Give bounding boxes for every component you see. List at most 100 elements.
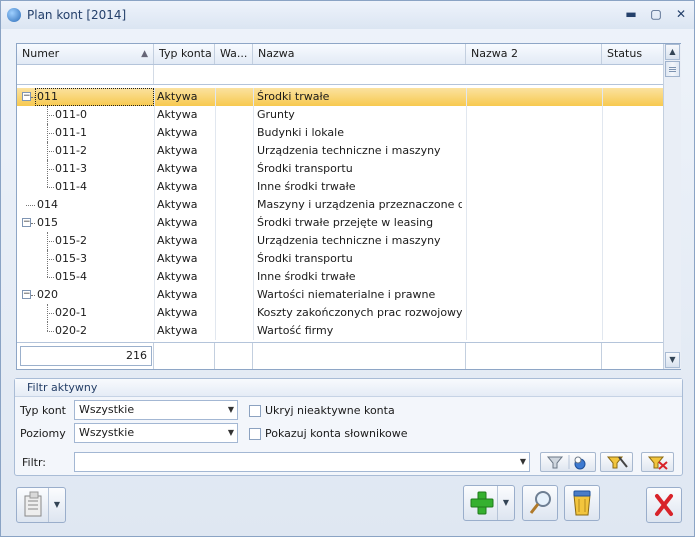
- delete-button[interactable]: [564, 485, 600, 521]
- tree-connector: [47, 322, 48, 331]
- table-row[interactable]: 011-4 Aktywa Inne środki trwałe: [17, 178, 663, 196]
- cell-nazwa: Środki trwałe przejęte w leasing: [257, 216, 434, 229]
- add-button[interactable]: ▼: [463, 485, 515, 521]
- typ-kont-combo[interactable]: Wszystkie ▼: [74, 400, 238, 420]
- table-row[interactable]: −020 Aktywa Wartości niematerialne i prawn…: [17, 286, 663, 304]
- column-separator: [602, 88, 603, 340]
- poziomy-combo[interactable]: Wszystkie ▼: [74, 423, 238, 443]
- cell-numer: 011-4: [55, 180, 87, 193]
- funnel-icon: [546, 455, 586, 470]
- cell-nazwa: Wartości niematerialne i prawne: [257, 288, 436, 301]
- table-row[interactable]: −011 Aktywa Środki trwałe: [17, 88, 663, 106]
- grid-footer: 216: [17, 342, 663, 369]
- table-row[interactable]: 020-1 Aktywa Koszty zakończonych prac rozw…: [17, 304, 663, 322]
- filter-panel-title: Filtr aktywny: [15, 379, 682, 397]
- filter-wizard-button[interactable]: [600, 452, 633, 472]
- chevron-down-icon: ▼: [227, 428, 234, 437]
- table-row[interactable]: −015 Aktywa Środki trwałe przejęte w leasi…: [17, 214, 663, 232]
- title-bar: Plan kont [2014] ▬ ▢ ✕: [1, 1, 694, 29]
- chevron-down-icon: ▼: [519, 457, 526, 466]
- close-window-button[interactable]: ✕: [671, 5, 691, 23]
- close-button[interactable]: [646, 487, 682, 523]
- minimize-button[interactable]: ▬: [621, 5, 641, 23]
- column-separator: [466, 88, 467, 340]
- cell-nazwa: Urządzenia techniczne i maszyny: [257, 144, 441, 157]
- cell-nazwa: Środki transportu: [257, 252, 353, 265]
- table-row[interactable]: 014 Aktywa Maszyny i urządzenia przeznaczo…: [17, 196, 663, 214]
- footer-cell: [602, 343, 663, 369]
- show-dictionary-checkbox[interactable]: [249, 428, 261, 440]
- column-header-status[interactable]: Status: [602, 44, 663, 64]
- cell-numer: 020-2: [55, 324, 87, 337]
- column-filter-row: [17, 65, 663, 85]
- scroll-down-button[interactable]: ▼: [665, 352, 680, 368]
- maximize-button[interactable]: ▢: [646, 5, 666, 23]
- tree-connector: [47, 331, 54, 332]
- cell-numer: 020-1: [55, 306, 87, 319]
- column-header-numer[interactable]: Numer ▲: [17, 44, 154, 64]
- table-row[interactable]: 015-2 Aktywa Urządzenia techniczne i maszy…: [17, 232, 663, 250]
- cell-nazwa: Środki trwałe: [257, 90, 330, 103]
- cell-typ-konta: Aktywa: [157, 126, 198, 139]
- cell-numer: 020: [37, 288, 58, 301]
- table-row[interactable]: 015-3 Aktywa Środki transportu: [17, 250, 663, 268]
- window-title: Plan kont [2014]: [27, 8, 127, 22]
- sort-ascending-icon: ▲: [141, 49, 148, 59]
- filter-input[interactable]: ▼: [74, 452, 530, 472]
- vertical-scrollbar[interactable]: ▲ ▼: [663, 44, 681, 369]
- table-row[interactable]: 011-0 Aktywa Grunty: [17, 106, 663, 124]
- cell-nazwa: Inne środki trwałe: [257, 180, 356, 193]
- column-header-nazwa-2[interactable]: Nazwa 2: [466, 44, 602, 64]
- close-icon: [655, 494, 673, 516]
- chevron-down-icon[interactable]: ▼: [48, 488, 65, 522]
- cell-numer: 014: [37, 198, 58, 211]
- hide-inactive-label: Ukryj nieaktywne konta: [265, 404, 395, 417]
- poziomy-label: Poziomy: [20, 427, 66, 440]
- tree-collapse-icon[interactable]: −: [22, 218, 31, 227]
- cell-typ-konta: Aktywa: [157, 162, 198, 175]
- tree-connector: [47, 133, 54, 134]
- focus-rectangle: [35, 88, 154, 106]
- tree-connector: [47, 187, 54, 188]
- cell-numer: 011-2: [55, 144, 87, 157]
- tree-connector: [47, 241, 54, 242]
- typ-kont-label: Typ kont: [20, 404, 66, 417]
- scroll-thumb[interactable]: [665, 61, 680, 77]
- apply-filter-button[interactable]: [540, 452, 596, 472]
- tree-connector: [47, 268, 48, 277]
- trash-bin-icon: [573, 490, 591, 516]
- cell-typ-konta: Aktywa: [157, 90, 198, 103]
- table-row[interactable]: 015-4 Aktywa Inne środki trwałe: [17, 268, 663, 286]
- column-separator: [253, 88, 254, 340]
- footer-cell: [154, 343, 215, 369]
- table-row[interactable]: 011-3 Aktywa Środki transportu: [17, 160, 663, 178]
- cell-nazwa: Urządzenia techniczne i maszyny: [257, 234, 441, 247]
- hide-inactive-checkbox[interactable]: [249, 405, 261, 417]
- cell-typ-konta: Aktywa: [157, 288, 198, 301]
- table-row[interactable]: 020-2 Aktywa Wartość firmy: [17, 322, 663, 340]
- active-filter-panel: Filtr aktywny Typ kont Wszystkie ▼ Ukryj…: [14, 378, 683, 476]
- cell-nazwa: Inne środki trwałe: [257, 270, 356, 283]
- tree-connector: [47, 313, 54, 314]
- tree-collapse-icon[interactable]: −: [22, 92, 31, 101]
- table-row[interactable]: 011-2 Aktywa Urządzenia techniczne i maszy…: [17, 142, 663, 160]
- print-button[interactable]: ▼: [16, 487, 66, 523]
- cell-nazwa: Środki transportu: [257, 162, 353, 175]
- column-header-waluta[interactable]: Wa...: [215, 44, 253, 64]
- cell-nazwa: Maszyny i urządzenia przeznaczone do ...: [257, 198, 462, 211]
- cell-numer: 011-0: [55, 108, 87, 121]
- cell-typ-konta: Aktywa: [157, 234, 198, 247]
- column-header-nazwa[interactable]: Nazwa: [253, 44, 466, 64]
- clear-filter-button[interactable]: [641, 452, 674, 472]
- tree-collapse-icon[interactable]: −: [22, 290, 31, 299]
- tree-connector: [47, 178, 48, 187]
- table-row[interactable]: 011-1 Aktywa Budynki i lokale: [17, 124, 663, 142]
- chevron-down-icon[interactable]: ▼: [497, 486, 514, 520]
- poziomy-value: Wszystkie: [79, 426, 135, 439]
- column-header-label: Numer: [22, 47, 60, 60]
- filter-cell-numer[interactable]: [17, 65, 154, 84]
- filter-cell-rest[interactable]: [154, 65, 663, 84]
- scroll-up-button[interactable]: ▲: [665, 44, 680, 60]
- view-button[interactable]: [522, 485, 558, 521]
- column-header-typ-konta[interactable]: Typ konta: [154, 44, 215, 64]
